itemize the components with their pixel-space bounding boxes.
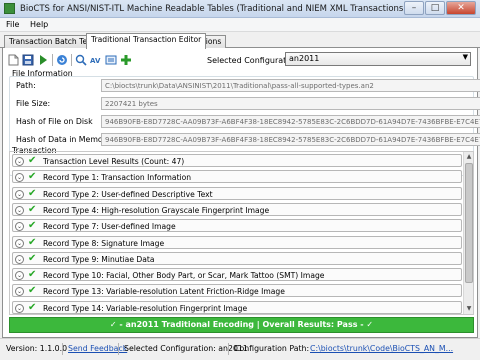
window-controls: – □ ✕ xyxy=(403,1,476,15)
transaction-list: ⌄ ✔ Transaction Level Results (Count: 47) ⌄… xyxy=(9,151,474,315)
pass-check-icon: ✔ xyxy=(28,301,37,313)
transaction-row[interactable]: ⌄ ✔ Record Type 2: User-defined Descriptiv… xyxy=(12,186,462,200)
transaction-row[interactable]: ⌄ ✔ Record Type 10: Facial, Other Body Par… xyxy=(12,268,462,282)
path-label: Path: xyxy=(16,81,36,90)
status-separator xyxy=(62,343,63,355)
pass-check-icon: ✔ xyxy=(28,285,37,297)
transaction-row[interactable]: ⌄ ✔ Record Type 1: Transaction Information xyxy=(12,170,462,184)
transaction-row-label: Record Type 13: Variable-resolution Late… xyxy=(43,287,285,297)
transaction-row-label: Record Type 7: User-defined Image xyxy=(43,222,176,232)
scrollbar-thumb[interactable] xyxy=(465,163,473,283)
transaction-row-label: Record Type 2: User-defined Descriptive … xyxy=(43,189,213,199)
hash-memory-field[interactable]: 946B90FB-E8D7728C-AA09B73F-A6BF4F38-18EC… xyxy=(101,133,480,146)
pass-check-icon: ✔ xyxy=(28,252,37,264)
transaction-row[interactable]: ⌄ ✔ Record Type 8: Signature Image xyxy=(12,235,462,249)
tab-traditional-transaction-editor[interactable]: Traditional Transaction Editor xyxy=(86,33,207,49)
pass-check-icon: ✔ xyxy=(28,187,37,199)
file-size-field[interactable]: 2207421 bytes xyxy=(101,97,480,110)
version-text: Version: 1.1.0.0 xyxy=(6,344,68,353)
expand-chevron-icon[interactable]: ⌄ xyxy=(15,222,24,232)
expand-chevron-icon[interactable]: ⌄ xyxy=(15,271,24,281)
svg-text:AV: AV xyxy=(90,57,101,65)
overall-result-bar: ✓ - an2011 Traditional Encoding | Overal… xyxy=(9,317,474,333)
pass-check-icon: ✔ xyxy=(28,236,37,248)
transaction-row[interactable]: ⌄ ✔ Record Type 13: Variable-resolution La… xyxy=(12,284,462,298)
validate-icon[interactable]: AV xyxy=(90,54,102,66)
configuration-path-label: Configuration Path: xyxy=(234,344,310,353)
hash-memory-label: Hash of Data in Memory xyxy=(16,135,111,144)
search-icon[interactable] xyxy=(75,54,87,66)
pass-check-icon: ✔ xyxy=(28,269,37,281)
toolbar-separator xyxy=(52,54,53,66)
close-button[interactable]: ✕ xyxy=(446,1,476,15)
status-separator xyxy=(118,343,119,355)
hash-disk-field[interactable]: 946B90FB-E8D7728C-AA09B73F-A6BF4F38-18EC… xyxy=(101,115,480,128)
transaction-row-label: Record Type 10: Facial, Other Body Part,… xyxy=(43,271,325,281)
title-bar: BioCTS for ANSI/NIST-ITL Machine Readabl… xyxy=(0,0,480,18)
configuration-dropdown[interactable]: an2011 ▼ xyxy=(285,52,471,66)
transaction-row-label: Record Type 9: Minutiae Data xyxy=(43,254,155,264)
expand-chevron-icon[interactable]: ⌄ xyxy=(15,254,24,264)
transaction-row-label: Record Type 4: High-resolution Grayscale… xyxy=(43,205,270,215)
config-value: an2011 xyxy=(289,54,320,63)
editor-panel: AV Selected Configuration: an2011 ▼ File… xyxy=(2,48,480,338)
tab-transaction-batch-test[interactable]: Transaction Batch Test xyxy=(4,35,100,48)
app-window: BioCTS for ANSI/NIST-ITL Machine Readabl… xyxy=(0,0,480,360)
pass-check-icon: ✔ xyxy=(28,171,37,183)
minimize-button[interactable]: – xyxy=(404,1,424,15)
run-icon[interactable] xyxy=(37,54,49,66)
window-title: BioCTS for ANSI/NIST-ITL Machine Readabl… xyxy=(20,4,407,14)
pass-check-icon: ✔ xyxy=(28,220,37,232)
expand-chevron-icon[interactable]: ⌄ xyxy=(15,303,24,313)
pass-check-icon: ✔ xyxy=(28,203,37,215)
expand-chevron-icon[interactable]: ⌄ xyxy=(15,238,24,248)
scroll-up-icon[interactable]: ▲ xyxy=(464,152,473,162)
add-icon[interactable] xyxy=(120,54,132,66)
chevron-down-icon: ▼ xyxy=(462,53,468,61)
transaction-row[interactable]: ⌄ ✔ Transaction Level Results (Count: 47) xyxy=(12,154,462,167)
configuration-path-link[interactable]: C:\biocts\trunk\Code\BioCTS_AN_M... xyxy=(310,344,453,353)
vertical-scrollbar[interactable]: ▲ ▼ xyxy=(463,152,473,314)
refresh-icon[interactable] xyxy=(56,54,68,66)
app-icon xyxy=(4,3,15,14)
path-field[interactable]: C:\biocts\trunk\Data\ANSINIST\2011\Tradi… xyxy=(101,79,480,92)
compare-icon[interactable] xyxy=(105,54,117,66)
transaction-row-label: Record Type 8: Signature Image xyxy=(43,238,165,248)
toolbar: AV xyxy=(7,52,135,68)
scroll-down-icon[interactable]: ▼ xyxy=(464,304,473,314)
expand-chevron-icon[interactable]: ⌄ xyxy=(15,205,24,215)
menu-bar: File Help xyxy=(0,18,480,32)
expand-chevron-icon[interactable]: ⌄ xyxy=(15,173,24,183)
transaction-row[interactable]: ⌄ ✔ Record Type 7: User-defined Image xyxy=(12,219,462,233)
status-bar: Version: 1.1.0.0 Send Feedback Selected … xyxy=(0,338,480,360)
transaction-row-label: Record Type 1: Transaction Information xyxy=(43,173,192,183)
file-size-label: File Size: xyxy=(16,99,51,108)
transaction-row[interactable]: ⌄ ✔ Record Type 14: Variable-resolution Fi… xyxy=(12,300,462,314)
status-separator xyxy=(228,343,229,355)
hash-disk-label: Hash of File on Disk xyxy=(16,117,93,126)
maximize-button[interactable]: □ xyxy=(425,1,445,15)
save-icon[interactable] xyxy=(22,54,34,66)
expand-chevron-icon[interactable]: ⌄ xyxy=(15,157,24,166)
pass-check-icon: ✔ xyxy=(28,155,37,166)
expand-chevron-icon[interactable]: ⌄ xyxy=(15,287,24,297)
toolbar-separator xyxy=(71,54,72,66)
transaction-row[interactable]: ⌄ ✔ Record Type 4: High-resolution Graysca… xyxy=(12,202,462,216)
status-configuration: Selected Configuration: an2011 xyxy=(124,344,248,353)
transaction-row-label: Record Type 14: Variable-resolution Fing… xyxy=(43,303,248,313)
expand-chevron-icon[interactable]: ⌄ xyxy=(15,189,24,199)
transaction-row[interactable]: ⌄ ✔ Record Type 9: Minutiae Data xyxy=(12,251,462,265)
tab-strip: Transaction Batch Test Traditional Trans… xyxy=(0,33,480,49)
new-file-icon[interactable] xyxy=(7,54,19,66)
menu-help[interactable]: Help xyxy=(30,20,48,29)
transaction-row-label: Transaction Level Results (Count: 47) xyxy=(43,157,185,166)
menu-file[interactable]: File xyxy=(6,20,19,29)
